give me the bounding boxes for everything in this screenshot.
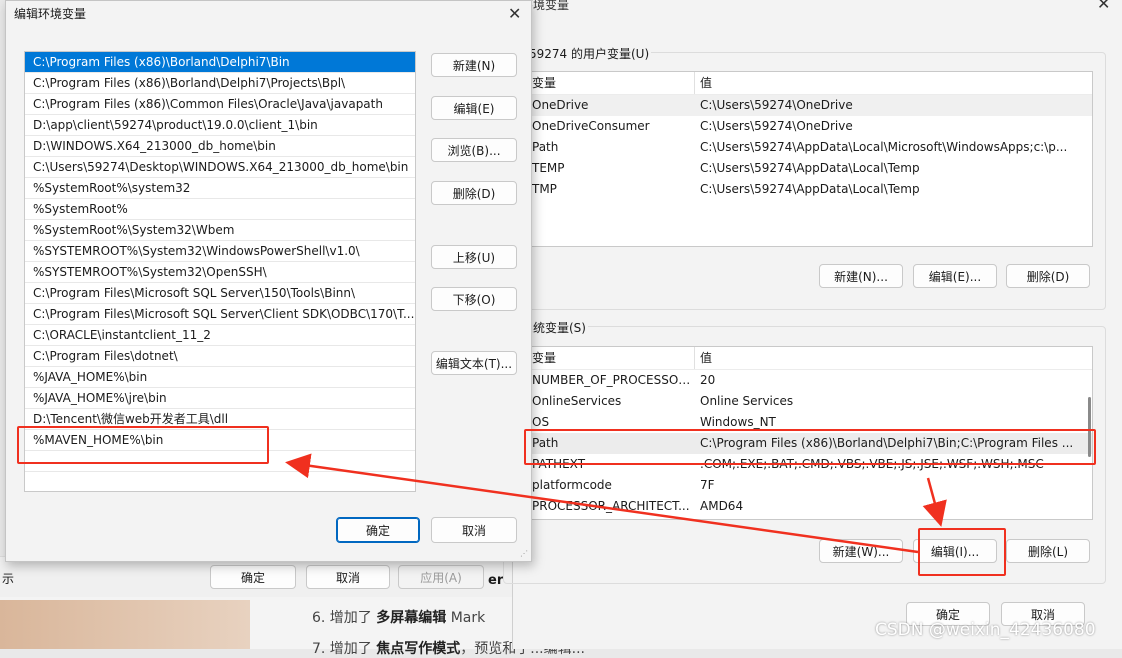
watermark: CSDN @weixin_42436080 <box>875 620 1096 640</box>
annotation-arrows <box>285 453 947 554</box>
